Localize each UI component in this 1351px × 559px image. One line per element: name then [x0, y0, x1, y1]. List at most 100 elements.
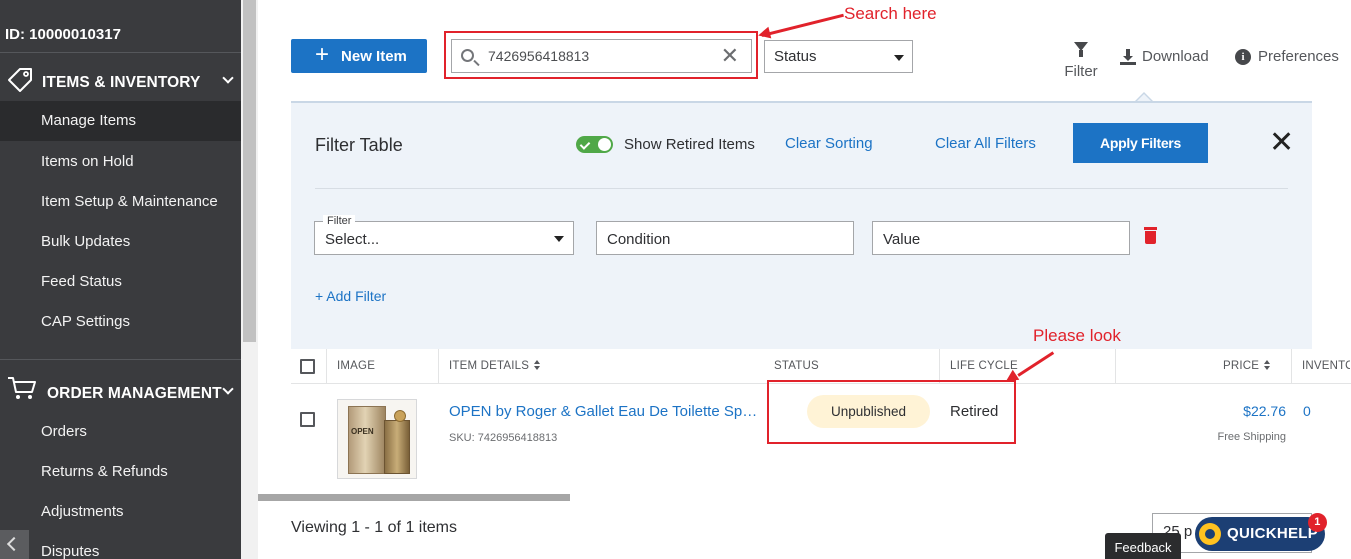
column-separator: [438, 349, 439, 384]
annotation-status-note: Please look: [1033, 326, 1121, 345]
sidebar-section-label: ORDER MANAGEMENT: [47, 385, 222, 402]
row-checkbox[interactable]: [300, 412, 315, 427]
sidebar-item-manage-items[interactable]: Manage Items: [0, 101, 241, 141]
select-all-checkbox[interactable]: [300, 359, 315, 374]
sidebar-item-item-setup[interactable]: Item Setup & Maintenance: [0, 182, 241, 222]
column-header-status: STATUS: [774, 360, 819, 372]
sidebar-section-order-management[interactable]: ORDER MANAGEMENT: [0, 359, 241, 411]
column-header-inventory: INVENTO: [1302, 360, 1350, 372]
sidebar-item-returns-refunds[interactable]: Returns & Refunds: [0, 452, 241, 492]
viewing-count: Viewing 1 - 1 of 1 items: [291, 519, 458, 536]
trash-icon[interactable]: [1144, 227, 1157, 244]
filter-select[interactable]: Filter Select...: [314, 215, 574, 255]
sidebar-item-bulk-updates[interactable]: Bulk Updates: [0, 222, 241, 262]
value-field[interactable]: Value: [872, 221, 1130, 255]
clear-sorting-link[interactable]: Clear Sorting: [785, 135, 873, 152]
close-icon[interactable]: ✕: [1269, 128, 1294, 158]
quickhelp-label: QUICKHELP: [1227, 525, 1319, 542]
show-retired-label: Show Retired Items: [624, 136, 755, 153]
condition-field[interactable]: Condition: [596, 221, 854, 255]
main-content: + New Item ✕ Search here Status Filter D…: [258, 0, 1351, 559]
chevron-down-icon: [222, 72, 234, 84]
filter-field-label: Filter: [323, 215, 356, 227]
new-item-button[interactable]: + New Item: [291, 39, 427, 73]
sidebar-item-adjustments[interactable]: Adjustments: [0, 492, 241, 532]
plus-icon: +: [315, 40, 330, 68]
column-separator: [939, 349, 940, 384]
filter-toggle-button[interactable]: Filter: [1061, 40, 1101, 84]
seller-id: ID: 10000010317: [5, 26, 121, 43]
sidebar-item-feed-status[interactable]: Feed Status: [0, 262, 241, 302]
column-header-label: PRICE: [1223, 360, 1260, 372]
product-cap: [394, 410, 406, 422]
column-separator: [1291, 349, 1292, 384]
product-name-link[interactable]: OPEN by Roger & Gallet Eau De Toilette S…: [449, 403, 759, 420]
preferences-button[interactable]: i Preferences: [1235, 48, 1339, 65]
download-label: Download: [1142, 48, 1209, 65]
notification-count-badge: 1: [1308, 513, 1327, 532]
download-icon: [1120, 48, 1136, 65]
download-button[interactable]: Download: [1120, 48, 1209, 65]
sidebar-scrollbar[interactable]: [241, 0, 258, 559]
column-header-image: IMAGE: [337, 360, 376, 372]
column-header-item-details[interactable]: ITEM DETAILS: [449, 349, 541, 384]
caret-down-icon: [554, 236, 564, 242]
filter-select-value: Select...: [325, 231, 380, 248]
status-dropdown-label: Status: [774, 48, 817, 65]
clear-all-filters-link[interactable]: Clear All Filters: [935, 135, 1036, 152]
annotation-search-note: Search here: [844, 4, 937, 23]
sidebar-item-orders[interactable]: Orders: [0, 412, 241, 452]
new-item-label: New Item: [341, 47, 407, 65]
caret-down-icon: [894, 55, 904, 61]
show-retired-toggle[interactable]: [576, 136, 613, 153]
column-separator: [1115, 349, 1116, 384]
price-link[interactable]: $22.76: [1206, 403, 1286, 419]
quickhelp-button[interactable]: QUICKHELP 1: [1195, 513, 1327, 551]
sidebar-section-items-inventory[interactable]: ITEMS & INVENTORY: [0, 52, 241, 104]
annotation-box-search: [444, 31, 758, 79]
column-header-label: ITEM DETAILS: [449, 360, 530, 372]
sidebar-section-label: ITEMS & INVENTORY: [42, 74, 201, 91]
add-filter-link[interactable]: + Add Filter: [315, 288, 386, 304]
panel-notch: [1135, 92, 1153, 102]
scrollbar-thumb[interactable]: [243, 0, 256, 342]
shipping-text: Free Shipping: [1217, 431, 1287, 443]
sort-icon: [1264, 360, 1271, 370]
table-header: IMAGE ITEM DETAILS STATUS LIFE CYCLE PRI…: [291, 349, 1351, 384]
chevron-down-icon: [222, 383, 234, 395]
column-separator: [326, 349, 327, 384]
preferences-label: Preferences: [1258, 48, 1339, 65]
tag-icon: [8, 68, 32, 92]
sidebar: ID: 10000010317 ITEMS & INVENTORY Manage…: [0, 0, 241, 559]
product-image-label: OPEN: [351, 427, 374, 436]
panel-divider: [315, 188, 1288, 189]
sidebar-item-items-on-hold[interactable]: Items on Hold: [0, 142, 241, 182]
value-placeholder: Value: [883, 231, 921, 248]
filter-panel-title: Filter Table: [315, 135, 403, 155]
chevron-left-icon: [6, 536, 22, 552]
spark-icon: [1199, 523, 1221, 545]
product-image[interactable]: OPEN: [337, 399, 417, 479]
feedback-button[interactable]: Feedback: [1105, 533, 1181, 559]
annotation-box-status: [767, 380, 1016, 444]
apply-filters-button[interactable]: Apply Filters: [1073, 123, 1208, 163]
sidebar-item-disputes[interactable]: Disputes: [0, 532, 241, 559]
info-icon: i: [1235, 48, 1251, 65]
product-bottle: OPEN: [348, 406, 386, 474]
status-dropdown[interactable]: Status: [764, 40, 913, 73]
filter-panel: Filter Table Show Retired Items Clear So…: [291, 101, 1312, 349]
condition-placeholder: Condition: [607, 231, 671, 248]
app-root: ID: 10000010317 ITEMS & INVENTORY Manage…: [0, 0, 1351, 559]
cart-icon: [8, 377, 36, 399]
sidebar-item-cap-settings[interactable]: CAP Settings: [0, 302, 241, 342]
product-sku: SKU: 7426956418813: [449, 432, 558, 444]
inventory-link[interactable]: 0: [1303, 403, 1311, 419]
sort-icon: [534, 360, 541, 370]
funnel-icon: [1074, 42, 1088, 57]
filter-label: Filter: [1064, 63, 1098, 80]
annotation-arrow: [761, 13, 844, 37]
table-horizontal-scrollbar[interactable]: [258, 494, 570, 501]
collapse-sidebar-button[interactable]: [0, 530, 29, 559]
product-box: [384, 420, 410, 474]
column-header-price[interactable]: PRICE: [1223, 349, 1271, 384]
